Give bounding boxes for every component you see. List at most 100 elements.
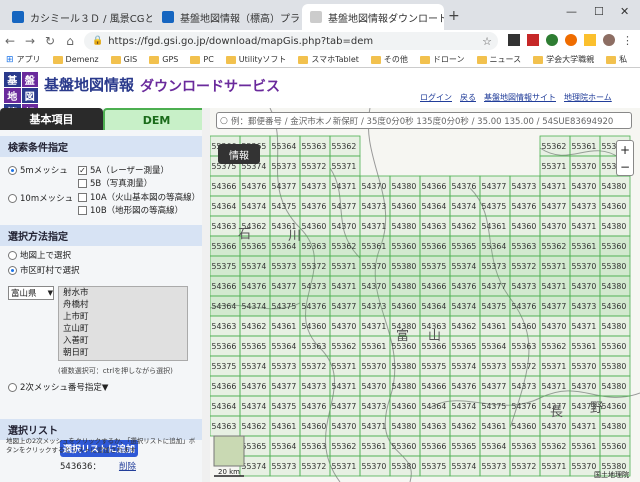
select-on-map-radio[interactable]: 地図上で選択 bbox=[8, 249, 210, 261]
mesh5-radio[interactable]: 5mメッシュ bbox=[8, 164, 68, 176]
list-item[interactable]: 舟橋村 bbox=[59, 299, 187, 311]
header-links: ログイン 戻る 基盤地図情報サイト 地理院ホーム bbox=[420, 92, 612, 103]
tab-basic[interactable]: 基本項目 bbox=[0, 108, 103, 130]
new-tab-button[interactable]: + bbox=[448, 8, 460, 24]
select-by-city-radio[interactable]: 市区町村で選択 bbox=[8, 264, 210, 276]
address-bar[interactable]: 🔒 https://fgd.gsi.go.jp/download/mapGis.… bbox=[84, 32, 498, 50]
city-listbox[interactable]: 射水市 舟橋村 上市町 立山町 入善町 朝日町 bbox=[58, 286, 188, 361]
option-10a-checkbox[interactable]: 10A（火山基本図の等高線） bbox=[78, 191, 200, 203]
mesh-code-label: 54380 bbox=[602, 322, 627, 331]
bookmark-folder[interactable]: 学会大学職親 bbox=[527, 54, 600, 65]
extension-icon[interactable] bbox=[584, 34, 596, 46]
back-link[interactable]: 戻る bbox=[460, 92, 476, 103]
bookmark-star-icon[interactable]: ☆ bbox=[482, 35, 492, 48]
tab-dem[interactable]: DEM bbox=[103, 108, 210, 130]
mesh-code-label: 54375 bbox=[272, 402, 297, 411]
mesh-code-label: 54371 bbox=[572, 222, 597, 231]
mesh-code-label: 55373 bbox=[272, 462, 297, 471]
bookmark-folder[interactable]: Demenz bbox=[47, 55, 105, 64]
minimize-button[interactable]: — bbox=[566, 5, 577, 18]
option-10b-checkbox[interactable]: 10B（地形図の等高線） bbox=[78, 204, 183, 216]
mesh-code-label: 54360 bbox=[602, 402, 627, 411]
bookmark-folder[interactable]: 私 bbox=[600, 54, 633, 65]
option-5a-checkbox[interactable]: ✓ 5A（レーザー測量） bbox=[78, 164, 169, 176]
mesh-code-label: 54360 bbox=[512, 422, 537, 431]
mesh-code-label: 54366 bbox=[212, 282, 237, 291]
reload-icon[interactable]: ↻ bbox=[40, 34, 60, 48]
mesh-code-label: 54363 bbox=[212, 322, 237, 331]
mesh-code-label: 55363 bbox=[302, 342, 327, 351]
bookmark-folder[interactable]: ニュース bbox=[471, 54, 528, 65]
mesh-code-label: 55363 bbox=[302, 242, 327, 251]
forward-icon[interactable]: → bbox=[20, 34, 40, 48]
mesh-code-label: 54373 bbox=[512, 382, 537, 391]
profile-avatar[interactable] bbox=[603, 34, 615, 46]
gsi-home-link[interactable]: 地理院ホーム bbox=[564, 92, 612, 103]
mesh-code-label: 55370 bbox=[362, 362, 387, 371]
browser-tab-strip: カシミール３Ｄ / 風景CGと地図とGP ✕ 基盤地図情報（標高）プラグイン /… bbox=[0, 0, 640, 30]
mesh-code-label: 55363 bbox=[512, 342, 537, 351]
zoom-in-button[interactable]: + bbox=[620, 143, 630, 157]
list-item[interactable]: 上市町 bbox=[59, 311, 187, 323]
extension-icon[interactable] bbox=[508, 34, 520, 46]
login-link[interactable]: ログイン bbox=[420, 92, 452, 103]
list-item[interactable]: 入善町 bbox=[59, 335, 187, 347]
map-canvas[interactable]: 55366 55365 55364 55363 55362 55362 55361 55360… bbox=[210, 108, 640, 482]
mesh-code-label: 55366 bbox=[212, 342, 237, 351]
mesh-code-label: 54377 bbox=[272, 382, 297, 391]
gsi-site-link[interactable]: 基盤地図情報サイト bbox=[484, 92, 556, 103]
search-placeholder: 例：郵便番号 / 金沢市木ノ新保町 / 35度0分0秒 135度0分0秒 / 3… bbox=[231, 116, 614, 127]
mesh-code-label: 55365 bbox=[242, 342, 267, 351]
mesh-number-radio[interactable]: 2次メッシュ番号指定▼ bbox=[8, 381, 108, 393]
extension-icon[interactable] bbox=[565, 34, 577, 46]
mesh-code-label: 55362 bbox=[332, 342, 357, 351]
mesh-code-label: 55374 bbox=[242, 262, 267, 271]
extension-icon[interactable] bbox=[546, 34, 558, 46]
option-5b-checkbox[interactable]: 5B（写真測量） bbox=[78, 177, 152, 189]
mesh-code-label: 54371 bbox=[542, 282, 567, 291]
menu-dots-icon[interactable]: ⋮ bbox=[622, 34, 633, 47]
close-window-button[interactable]: ✕ bbox=[620, 5, 629, 18]
left-panel-scrollbar[interactable] bbox=[202, 108, 210, 482]
delete-link[interactable]: 削除 bbox=[119, 460, 136, 472]
bookmark-folder[interactable]: GPS bbox=[143, 55, 184, 64]
bookmark-folder[interactable]: その他 bbox=[365, 54, 414, 65]
browser-tab-1[interactable]: カシミール３Ｄ / 風景CGと地図とGP ✕ bbox=[4, 4, 152, 30]
bookmark-apps[interactable]: ⊞ アプリ bbox=[0, 54, 47, 65]
map-attribution: 国土地理院 bbox=[594, 471, 629, 479]
site-logo[interactable]: 基 盤 地 図 情 報 bbox=[4, 72, 38, 119]
lock-icon: 🔒 bbox=[92, 36, 104, 46]
back-icon[interactable]: ← bbox=[0, 34, 20, 48]
list-item[interactable]: 朝日町 bbox=[59, 347, 187, 359]
mesh-code-label: 54377 bbox=[272, 182, 297, 191]
mesh-code-label: 55360 bbox=[392, 442, 417, 451]
bookmark-folder[interactable]: GIS bbox=[105, 55, 144, 64]
maximize-button[interactable]: ☐ bbox=[594, 5, 604, 18]
home-icon[interactable]: ⌂ bbox=[60, 34, 80, 48]
prefecture-select[interactable]: 富山県 ▼ bbox=[8, 286, 54, 300]
place-search-input[interactable]: ○ 例：郵便番号 / 金沢市木ノ新保町 / 35度0分0秒 135度0分0秒 /… bbox=[216, 112, 632, 129]
pdf-extension-icon[interactable] bbox=[527, 34, 539, 46]
browser-tab-3-active[interactable]: 基盤地図情報ダウンロードサービス ✕ bbox=[302, 4, 444, 30]
mesh-code-label: 54373 bbox=[302, 282, 327, 291]
browser-tab-2[interactable]: 基盤地図情報（標高）プラグイン / カ ✕ bbox=[154, 4, 300, 30]
folder-icon bbox=[225, 55, 236, 64]
list-item[interactable]: 射水市 bbox=[59, 287, 187, 299]
mesh10-radio[interactable]: 10mメッシュ bbox=[8, 192, 73, 204]
layer-thumbnail[interactable] bbox=[213, 435, 245, 467]
mesh-code-label: 54366 bbox=[422, 382, 447, 391]
bookmark-folder[interactable]: Utilityソフト bbox=[220, 54, 293, 65]
folder-icon bbox=[190, 55, 201, 64]
map-view[interactable]: 55366 55365 55364 55363 55362 55362 55361 55360… bbox=[210, 108, 640, 482]
mesh-code-label: 54371 bbox=[572, 422, 597, 431]
mesh-code-label: 54377 bbox=[332, 202, 357, 211]
info-button[interactable]: 情報 bbox=[218, 144, 260, 164]
bookmark-folder[interactable]: スマホTablet bbox=[292, 54, 365, 65]
bookmark-folder[interactable]: ドローン bbox=[414, 54, 471, 65]
mesh-code-label: 55360 bbox=[602, 342, 627, 351]
zoom-out-button[interactable]: − bbox=[620, 160, 630, 174]
bookmark-folder[interactable]: PC bbox=[184, 55, 219, 64]
mesh-code-label: 55374 bbox=[452, 362, 477, 371]
site-subtitle: ダウンロードサービス bbox=[140, 79, 280, 95]
list-item[interactable]: 立山町 bbox=[59, 323, 187, 335]
